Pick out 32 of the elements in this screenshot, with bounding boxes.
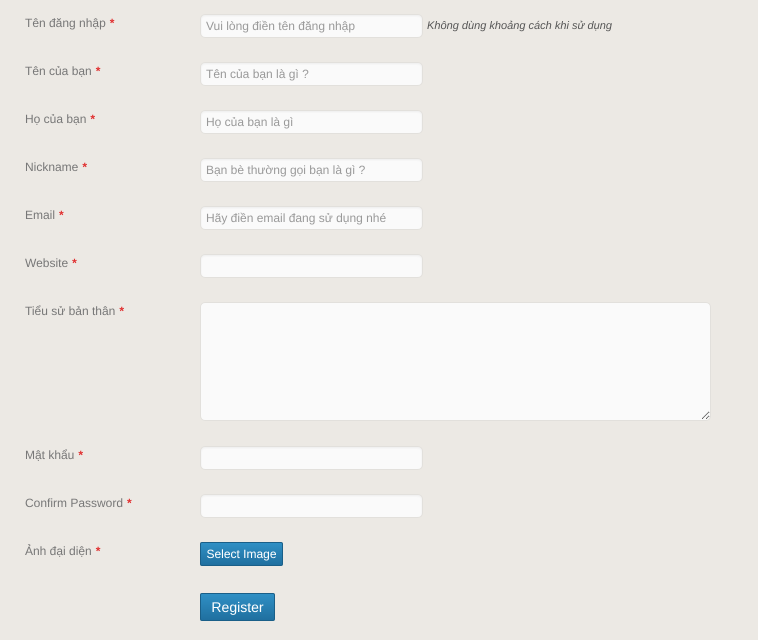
- input-field[interactable]: Họ của bạn là gì: [200, 110, 423, 134]
- required-mark: *: [78, 448, 84, 462]
- input-field[interactable]: [200, 494, 423, 518]
- required-mark: *: [110, 16, 114, 30]
- field-label: Tên của bạn: [25, 64, 92, 78]
- text-area[interactable]: [200, 302, 711, 421]
- input-field[interactable]: Bạn bè thường gọi bạn là gì ?: [200, 158, 423, 182]
- register-button[interactable]: Register: [200, 593, 275, 621]
- field-label: Họ của bạn: [25, 112, 86, 126]
- input-field[interactable]: Tên của bạn là gì ?: [200, 62, 423, 86]
- required-mark: *: [96, 544, 100, 558]
- required-mark: *: [59, 208, 64, 222]
- required-mark: *: [127, 496, 132, 510]
- field-label: Nickname: [25, 160, 78, 174]
- input-field[interactable]: Hãy điền email đang sử dụng nhé: [200, 206, 423, 230]
- required-mark: *: [90, 112, 96, 126]
- field-label: Website: [25, 256, 68, 270]
- required-mark: *: [82, 160, 88, 174]
- required-mark: *: [72, 256, 77, 270]
- field-label: Tiểu sử bản thân: [25, 304, 116, 318]
- input-field[interactable]: [200, 446, 423, 470]
- field-hint: Không dùng khoảng cách khi sử dụng: [427, 20, 612, 32]
- select-image-button[interactable]: Select Image: [200, 542, 283, 566]
- field-label: Ảnh đại diện: [25, 544, 92, 558]
- field-label: Confirm Password: [25, 496, 124, 510]
- required-mark: *: [96, 64, 100, 78]
- required-mark: *: [119, 304, 124, 318]
- field-label: Mật khẩu: [25, 448, 74, 462]
- field-label: Tên đăng nhập: [25, 16, 106, 30]
- field-label: Email: [25, 208, 56, 222]
- input-field[interactable]: Vui lòng điền tên đăng nhập: [200, 14, 423, 38]
- input-field[interactable]: [200, 254, 423, 278]
